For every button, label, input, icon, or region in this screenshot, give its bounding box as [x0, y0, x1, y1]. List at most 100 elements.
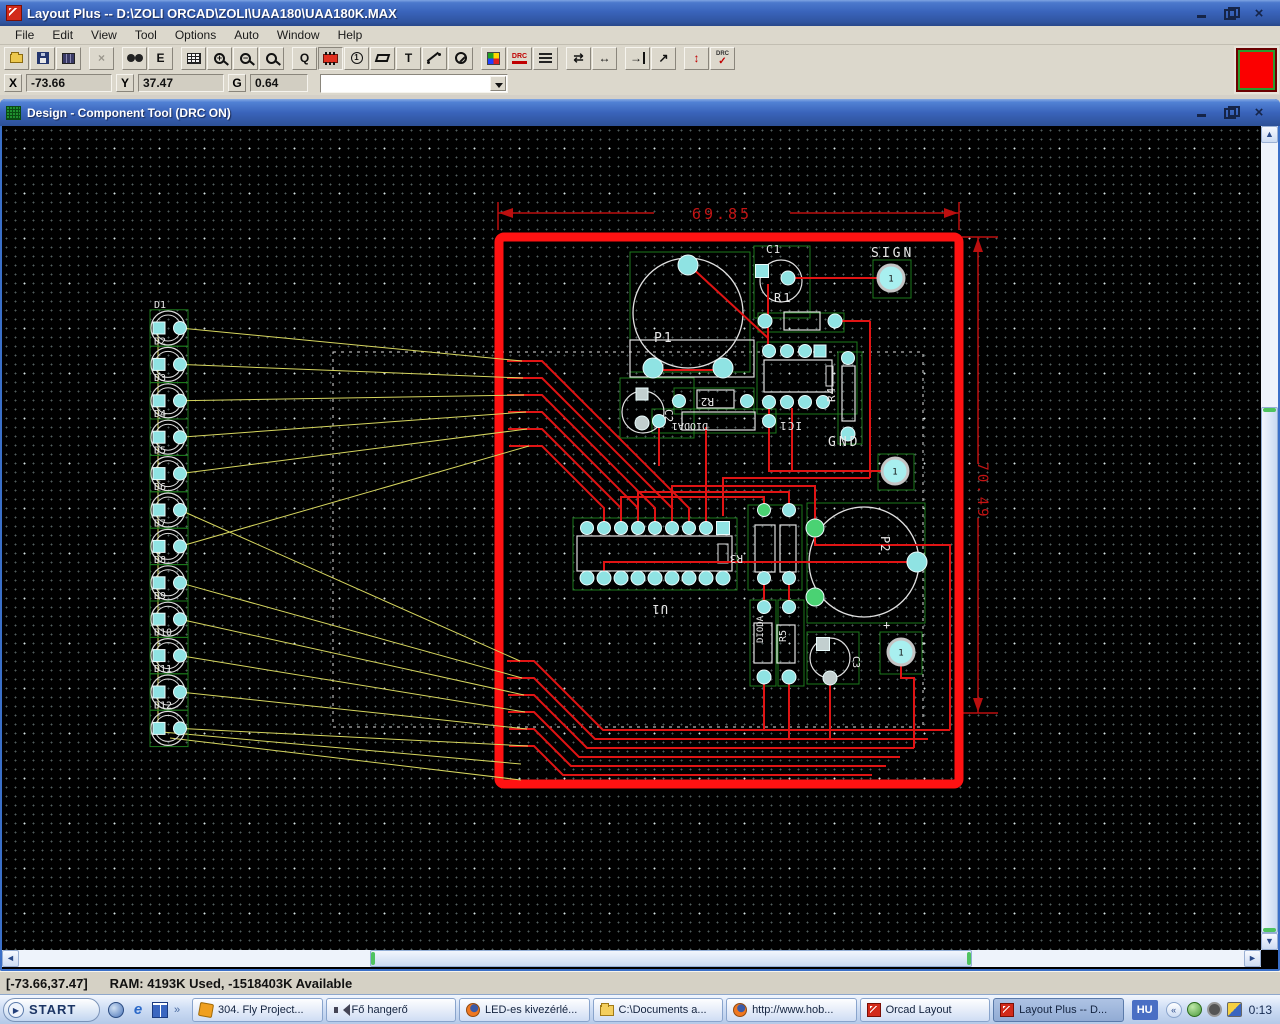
component-tool-button[interactable]: [318, 46, 343, 70]
pcb-rect: [754, 524, 776, 573]
horizontal-scroll-thumb[interactable]: [370, 950, 972, 967]
find-icon: [126, 54, 135, 62]
quick-launch-ie-icon[interactable]: e: [130, 1001, 146, 1018]
connection-tool-button[interactable]: [422, 46, 447, 70]
command-combobox[interactable]: [320, 73, 508, 93]
pcb-label: D11: [154, 664, 172, 675]
edit-button[interactable]: E: [148, 46, 173, 70]
spreadsheet-button[interactable]: [181, 46, 206, 70]
restore-button[interactable]: [1224, 6, 1240, 20]
menu-auto[interactable]: Auto: [225, 26, 268, 44]
reconnect-mode-button[interactable]: [533, 46, 558, 70]
menu-tool[interactable]: Tool: [126, 26, 166, 44]
taskbar-item-f-hanger-[interactable]: Fő hangerő: [325, 997, 457, 1022]
taskbar-item-c-documents-a-[interactable]: C:\Documents a...: [592, 997, 724, 1022]
menu-options[interactable]: Options: [166, 26, 225, 44]
task-label: LED-es kivezérlé...: [485, 1003, 578, 1016]
tray-messenger-icon[interactable]: [1186, 1002, 1202, 1017]
error-tool-button[interactable]: [448, 46, 473, 70]
folder-icon: [599, 1003, 614, 1016]
taskbar-item-http-www-hob-[interactable]: http://www.hob...: [726, 997, 857, 1022]
zoom-out-button[interactable]: −: [233, 46, 258, 70]
scroll-down-icon[interactable]: ▼: [1261, 933, 1278, 950]
obstacle-tool-button[interactable]: [370, 46, 395, 70]
zoom-in-button[interactable]: +: [207, 46, 232, 70]
menu-edit[interactable]: Edit: [43, 26, 82, 44]
taskbar-item-led-es-kivez-rl-[interactable]: LED-es kivezérlé...: [459, 997, 590, 1022]
color-settings-button[interactable]: [481, 46, 506, 70]
scroll-up-icon[interactable]: ▲: [1261, 126, 1278, 143]
language-indicator[interactable]: HU: [1131, 999, 1158, 1020]
error-tool-icon: [454, 52, 467, 64]
pcb-pad: [740, 394, 754, 408]
drc-check-button[interactable]: DRC ✓: [710, 46, 735, 70]
vertical-scrollbar[interactable]: ▲ ▼: [1261, 126, 1278, 950]
drc-check-icon: DRC ✓: [716, 51, 729, 67]
pcb-ratsnest: [179, 411, 527, 438]
pcb-pad: [782, 571, 796, 585]
pcb-label: DIODA1: [672, 420, 708, 431]
speaker-icon: [333, 1003, 350, 1017]
scroll-left-icon[interactable]: ◄: [2, 950, 19, 967]
minimize-button[interactable]: [1196, 7, 1210, 20]
pcb-ratsnest: [179, 445, 530, 547]
tray-picture-icon[interactable]: [1226, 1002, 1242, 1017]
status-ram: RAM: 4193K Used, -1518403K Available: [109, 975, 353, 991]
online-drc-button[interactable]: DRC: [507, 46, 532, 70]
library-manager-button[interactable]: [56, 46, 81, 70]
pcb-pad: [173, 721, 187, 736]
design-minimize-button[interactable]: [1196, 106, 1210, 119]
quick-launch-window-icon[interactable]: [152, 1001, 168, 1018]
menu-file[interactable]: File: [6, 26, 43, 44]
text-tool-button[interactable]: T: [396, 46, 421, 70]
query-button[interactable]: Q: [292, 46, 317, 70]
open-button[interactable]: [4, 46, 29, 70]
quick-launch-overflow-icon[interactable]: »: [174, 1004, 184, 1016]
combobox-dropdown-icon[interactable]: [490, 75, 506, 91]
y-value[interactable]: 37.47: [138, 74, 224, 92]
pcb-rect: [763, 359, 833, 393]
g-value[interactable]: 0.64: [250, 74, 308, 92]
menu-view[interactable]: View: [82, 26, 126, 44]
pcb-label: R3: [730, 552, 743, 565]
taskbar-item-orcad-layout[interactable]: Orcad Layout: [859, 997, 991, 1022]
tray-chevron-icon[interactable]: «: [1165, 1001, 1182, 1018]
close-button[interactable]: ×: [1252, 6, 1266, 21]
pcb-label: D8: [154, 555, 166, 566]
taskbar-item-304-fly-project-[interactable]: 304. Fly Project...: [192, 997, 323, 1022]
pcb-pad: [173, 685, 187, 699]
pcb-arrow: [499, 208, 513, 218]
pcb-pad: [173, 648, 187, 663]
find-button[interactable]: [122, 46, 147, 70]
pin-tool-button[interactable]: 1: [344, 46, 369, 70]
pcb-trace: [509, 445, 605, 522]
shove-track-mode-button[interactable]: ↔: [592, 46, 617, 70]
vertical-scroll-thumb[interactable]: [1261, 407, 1278, 933]
taskbar-item-layout-plus-d-[interactable]: Layout Plus -- D...: [993, 997, 1124, 1022]
x-value[interactable]: -73.66: [26, 74, 112, 92]
pcb-pad: [664, 570, 680, 586]
pcb-canvas[interactable]: 69.85 70.49 1 1 1 P1 C1 SIGN R1 IC1 R4 GND C2 R2 DIODA…: [2, 126, 1261, 950]
menu-help[interactable]: Help: [329, 26, 372, 44]
save-button[interactable]: [30, 46, 55, 70]
start-button[interactable]: ▶ START: [3, 997, 100, 1022]
design-maximize-button[interactable]: [1224, 106, 1240, 119]
minimize-connections-button[interactable]: ↕: [684, 46, 709, 70]
horizontal-scrollbar[interactable]: ◄ ►: [2, 950, 1261, 967]
scroll-right-icon[interactable]: ►: [1244, 950, 1261, 967]
zoom-all-button[interactable]: [259, 46, 284, 70]
refresh-all-button[interactable]: ⇄: [566, 46, 591, 70]
pcb-pad: [648, 521, 662, 535]
pcb-ratsnest: [179, 509, 521, 662]
edit-segment-mode-button[interactable]: ↗: [651, 46, 676, 70]
tray-clock-icon[interactable]: [1206, 1002, 1222, 1017]
quick-launch-app-icon[interactable]: [108, 1001, 124, 1018]
pcb-label: D1: [154, 300, 166, 311]
pcb-rect: [783, 311, 821, 331]
task-label: Fő hangerő: [351, 1003, 408, 1016]
design-close-button[interactable]: ×: [1252, 105, 1266, 120]
coordinate-bar: X -73.66 Y 37.47 G 0.64: [0, 71, 1280, 95]
menu-window[interactable]: Window: [268, 26, 329, 44]
auto-path-button[interactable]: →: [625, 46, 650, 70]
delete-button[interactable]: ×: [89, 46, 114, 70]
